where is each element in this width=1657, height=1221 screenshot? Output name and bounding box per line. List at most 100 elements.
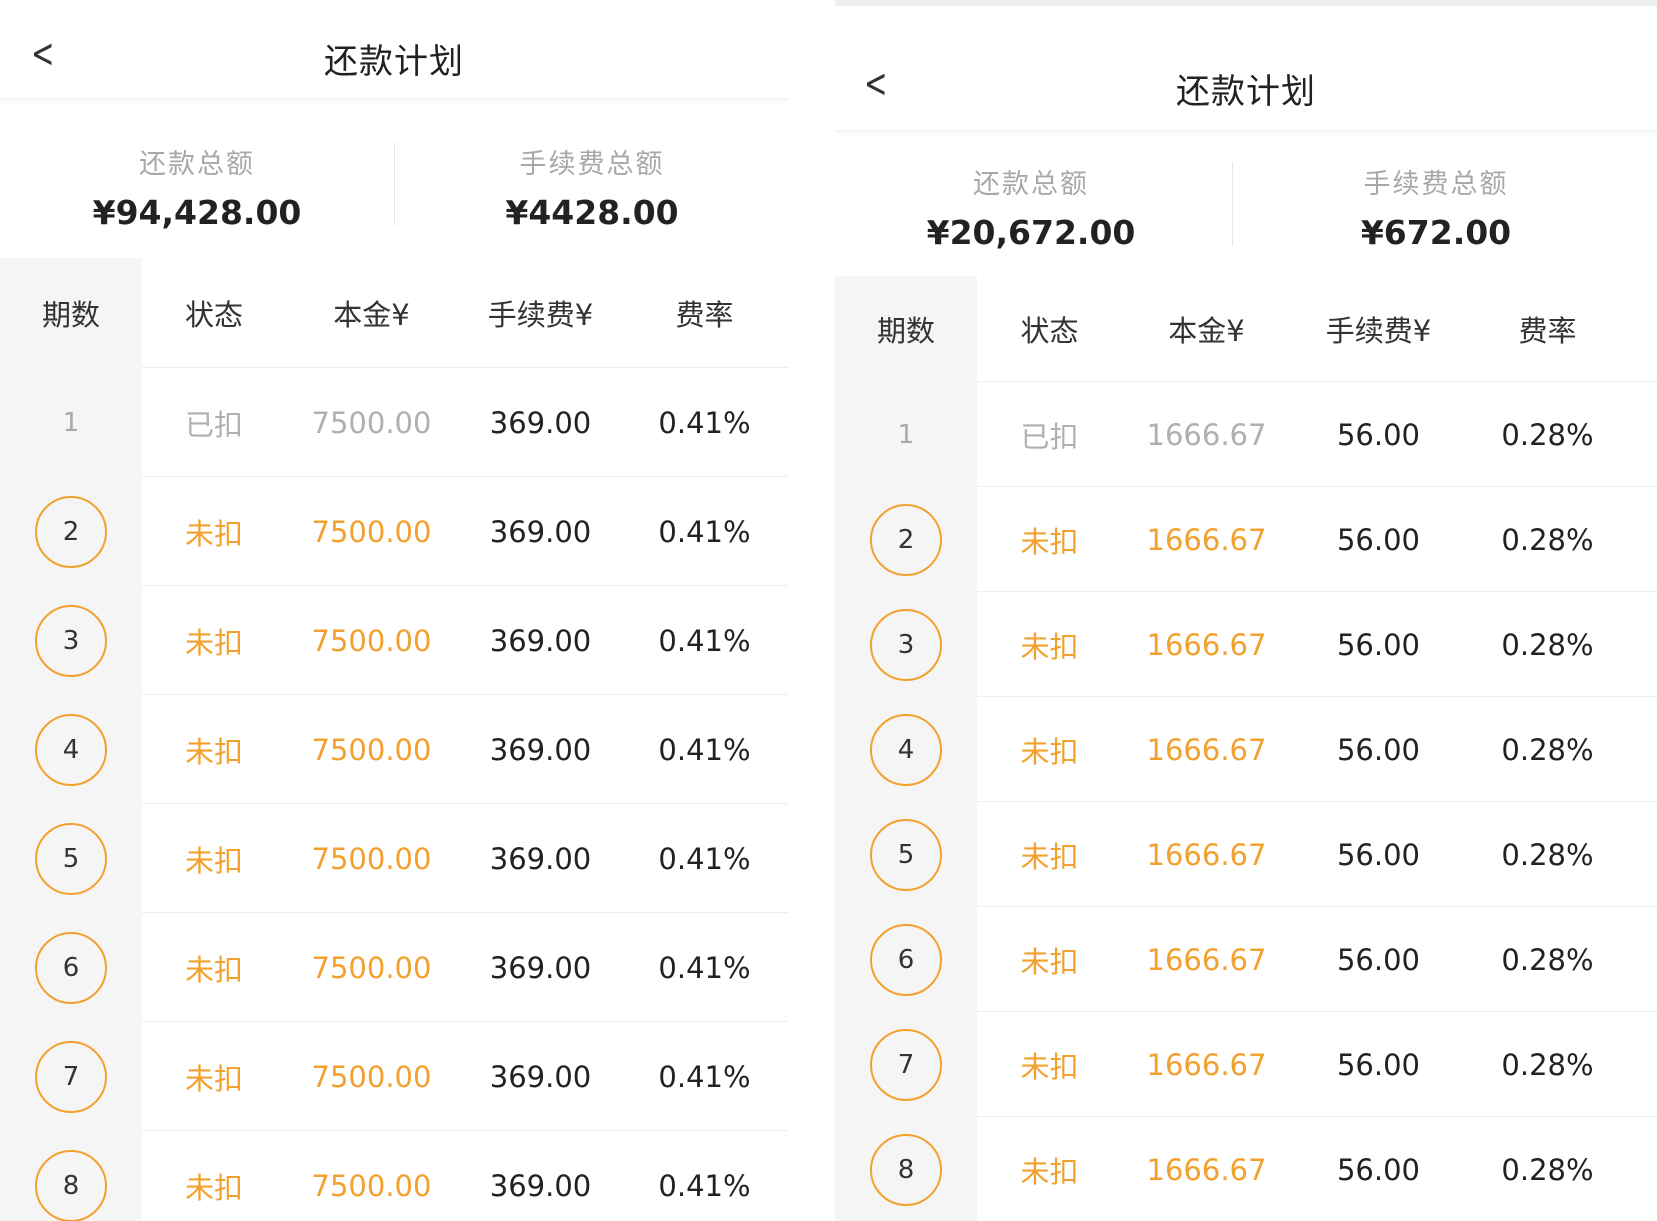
col-status: 未扣: [184, 734, 243, 769]
col-status: 未扣: [184, 843, 243, 878]
col-principal: 7500.00: [311, 623, 432, 658]
summary-section: 还款总额 ¥94,428.00 手续费总额 ¥4428.00: [0, 142, 788, 252]
period-badge: 7: [35, 1040, 107, 1113]
col-principal: 7500.00: [311, 732, 432, 767]
col-status: 未扣: [184, 625, 243, 660]
period-badge: 7: [870, 1028, 942, 1101]
table-row[interactable]: 4 未扣 7500.00 369.00 0.41%: [0, 695, 788, 804]
col-period: 8: [0, 1131, 142, 1221]
table-row[interactable]: 8 未扣 7500.00 369.00 0.41%: [0, 1131, 788, 1221]
col-period: 1: [0, 368, 142, 477]
col-fee: 369.00: [489, 950, 592, 985]
total-fee: 手续费总额 ¥4428.00: [197, 142, 788, 232]
col-period: 7: [0, 1022, 142, 1131]
period-badge: 5: [35, 822, 107, 895]
table-row[interactable]: 6 未扣 1666.67 56.00 0.28%: [835, 907, 1657, 1012]
col-status: 已扣: [184, 407, 243, 442]
col-rate: 0.41%: [658, 1059, 751, 1094]
col-period: 6: [835, 907, 977, 1012]
col-fee: 56.00: [1336, 942, 1421, 977]
col-period: 1: [835, 382, 977, 487]
period-badge: 4: [35, 713, 107, 786]
period-badge: 8: [870, 1133, 942, 1206]
total-repayment: 还款总额 ¥20,672.00: [835, 162, 1227, 252]
period-badge: 5: [870, 818, 942, 891]
table-header: 期数 状态 本金¥ 手续费¥ 费率: [835, 276, 1657, 382]
col-rate: 0.41%: [658, 623, 751, 658]
col-fee: 56.00: [1336, 1047, 1421, 1082]
col-principal: 1666.67: [1146, 837, 1267, 872]
col-status: 未扣: [184, 1061, 243, 1096]
col-fee: 369.00: [489, 1168, 592, 1203]
col-principal: 1666.67: [1146, 522, 1267, 557]
table-row[interactable]: 5 未扣 1666.67 56.00 0.28%: [835, 802, 1657, 907]
header-col-principal: 本金¥: [1168, 314, 1245, 348]
table-row[interactable]: 1 已扣 1666.67 56.00 0.28%: [835, 382, 1657, 487]
summary-divider: [1232, 162, 1233, 246]
repayment-plan-screen-right: < 还款计划 还款总额 ¥20,672.00 手续费总额 ¥672.00 期数 状…: [835, 0, 1657, 1221]
col-rate: 0.28%: [1501, 1152, 1594, 1187]
col-period: 5: [835, 802, 977, 907]
col-period: 4: [835, 697, 977, 802]
col-rate: 0.41%: [658, 405, 751, 440]
period-badge: 6: [870, 923, 942, 996]
total-fee-label: 手续费总额: [519, 149, 665, 180]
col-fee: 369.00: [489, 732, 592, 767]
col-fee: 369.00: [489, 623, 592, 658]
header-col-status: 状态: [1020, 314, 1079, 348]
col-fee: 56.00: [1336, 522, 1421, 557]
col-rate: 0.28%: [1501, 1047, 1594, 1082]
total-fee-label: 手续费总额: [1363, 169, 1509, 200]
table-row[interactable]: 1 已扣 7500.00 369.00 0.41%: [0, 368, 788, 477]
col-principal: 7500.00: [311, 841, 432, 876]
col-principal: 7500.00: [311, 1168, 432, 1203]
col-principal: 1666.67: [1146, 417, 1267, 452]
col-status: 未扣: [1020, 944, 1079, 979]
header-col-principal: 本金¥: [333, 298, 410, 332]
table-row[interactable]: 2 未扣 1666.67 56.00 0.28%: [835, 487, 1657, 592]
col-fee: 56.00: [1336, 627, 1421, 662]
col-principal: 7500.00: [311, 514, 432, 549]
header-col-rate: 费率: [1518, 314, 1577, 348]
page-title: 还款计划: [1176, 72, 1316, 112]
period-badge: 8: [35, 1149, 107, 1221]
col-period: 2: [835, 487, 977, 592]
col-rate: 0.28%: [1501, 942, 1594, 977]
total-repayment-label: 还款总额: [973, 169, 1089, 200]
col-fee: 369.00: [489, 1059, 592, 1094]
installment-table: 期数 状态 本金¥ 手续费¥ 费率 1 已扣 1666.67 56.00 0.28% 2 未扣 1666…: [835, 276, 1657, 1221]
col-principal: 1666.67: [1146, 942, 1267, 977]
header-col-fee: 手续费¥: [1325, 314, 1432, 348]
col-principal: 7500.00: [311, 950, 432, 985]
table-row[interactable]: 7 未扣 1666.67 56.00 0.28%: [835, 1012, 1657, 1117]
table-row[interactable]: 8 未扣 1666.67 56.00 0.28%: [835, 1117, 1657, 1221]
table-row[interactable]: 6 未扣 7500.00 369.00 0.41%: [0, 913, 788, 1022]
col-period: 2: [0, 477, 142, 586]
table-row[interactable]: 4 未扣 1666.67 56.00 0.28%: [835, 697, 1657, 802]
table-row[interactable]: 2 未扣 7500.00 369.00 0.41%: [0, 477, 788, 586]
period-badge: 2: [35, 495, 107, 568]
col-principal: 7500.00: [311, 405, 432, 440]
repayment-plan-screen-left: < 还款计划 还款总额 ¥94,428.00 手续费总额 ¥4428.00 期数…: [0, 0, 788, 1221]
period-badge: 4: [870, 713, 942, 786]
table-row[interactable]: 5 未扣 7500.00 369.00 0.41%: [0, 804, 788, 913]
header-col-period: 期数: [41, 298, 100, 332]
period-badge: 2: [870, 503, 942, 576]
col-fee: 56.00: [1336, 732, 1421, 767]
col-principal: 1666.67: [1146, 1152, 1267, 1187]
header-col-rate: 费率: [675, 298, 734, 332]
table-row[interactable]: 3 未扣 1666.67 56.00 0.28%: [835, 592, 1657, 697]
col-status: 未扣: [1020, 524, 1079, 559]
col-rate: 0.41%: [658, 950, 751, 985]
header-col-period: 期数: [876, 314, 935, 348]
col-period: 7: [835, 1012, 977, 1117]
col-principal: 1666.67: [1146, 732, 1267, 767]
col-fee: 56.00: [1336, 417, 1421, 452]
summary-section: 还款总额 ¥20,672.00 手续费总额 ¥672.00: [835, 162, 1657, 272]
col-rate: 0.41%: [658, 732, 751, 767]
table-row[interactable]: 7 未扣 7500.00 369.00 0.41%: [0, 1022, 788, 1131]
col-period: 3: [0, 586, 142, 695]
table-row[interactable]: 3 未扣 7500.00 369.00 0.41%: [0, 586, 788, 695]
total-fee-value: ¥672.00: [1360, 213, 1512, 252]
period-number: 1: [62, 407, 80, 438]
